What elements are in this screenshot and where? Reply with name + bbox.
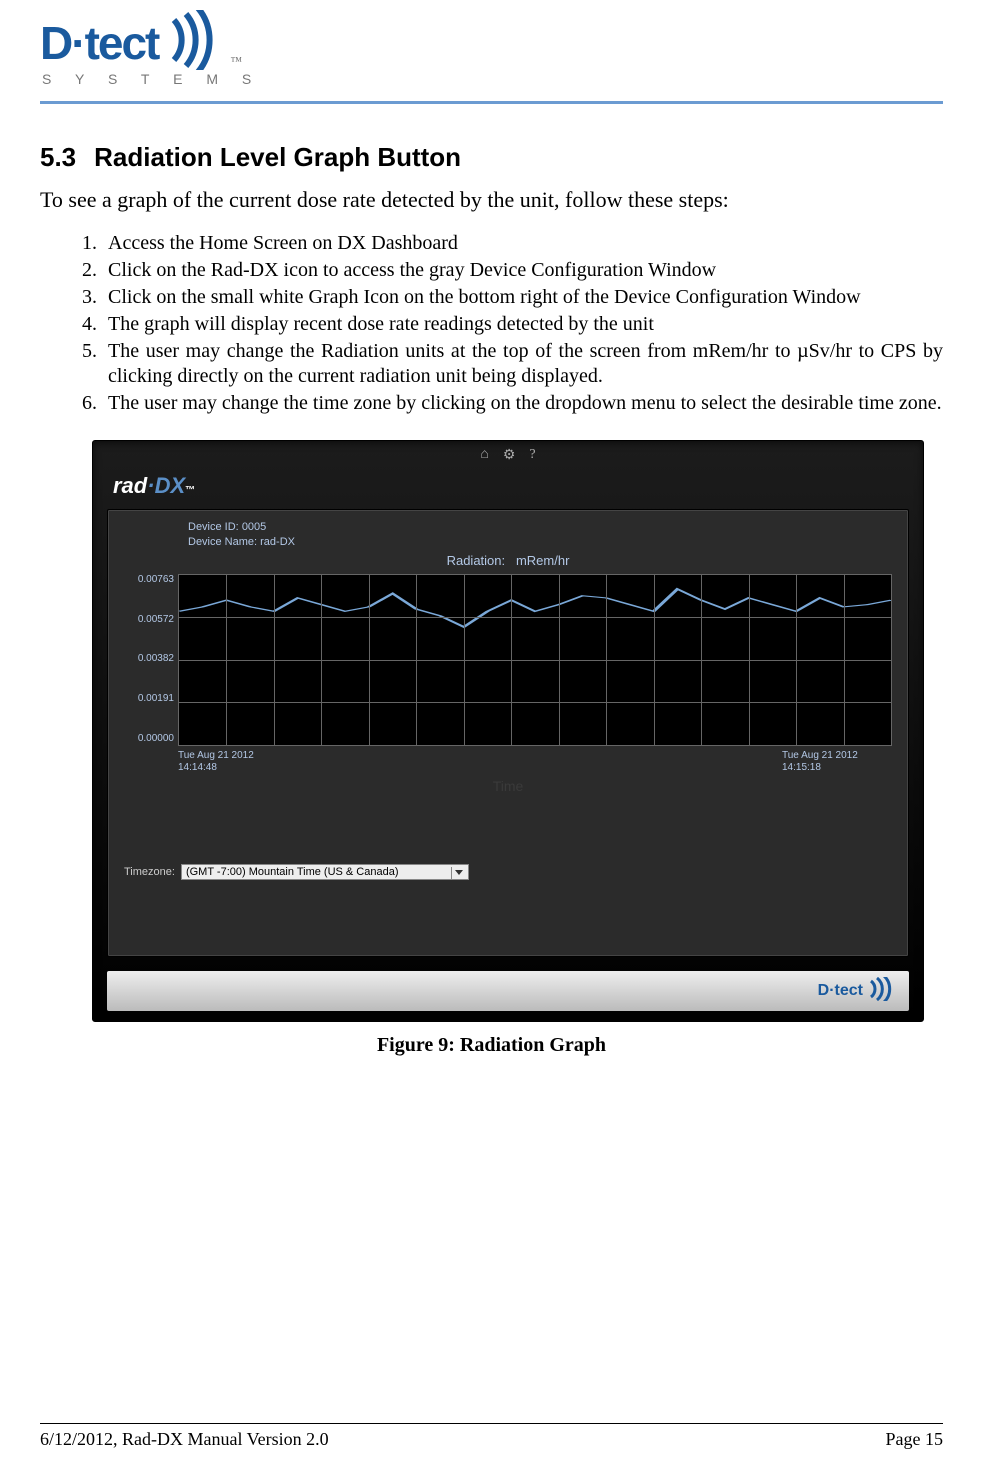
chart-area: 0.00763 0.00572 0.00382 0.00191 0.00000 [124,574,892,746]
footer-right: Page 15 [886,1429,944,1450]
logo-subtitle: S Y S T E M S [42,71,943,87]
chart-title: Radiation: mRem/hr [124,553,892,568]
list-item: The user may change the Radiation units … [102,339,943,389]
timezone-label: Timezone: [124,866,175,878]
device-name-value: rad-DX [260,536,295,548]
chevron-down-icon [451,867,466,879]
y-tick: 0.00382 [138,653,174,664]
x-axis-label: Time [124,778,892,794]
timezone-dropdown[interactable]: (GMT -7:00) Mountain Time (US & Canada) [181,864,469,880]
gear-icon[interactable]: ⚙ [503,447,516,464]
y-tick: 0.00191 [138,693,174,704]
help-icon[interactable]: ? [529,447,535,463]
page-footer: 6/12/2012, Rad-DX Manual Version 2.0 Pag… [40,1429,943,1450]
brand-text: D·tect [818,982,863,1000]
trademark-symbol: ™ [230,54,242,69]
sound-wave-icon [867,977,895,1006]
list-item: Click on the Rad-DX icon to access the g… [102,258,943,283]
x-axis: Tue Aug 21 2012 14:14:48 Tue Aug 21 2012… [178,750,892,774]
header-divider [40,101,943,104]
app-topbar: ⌂ ⚙ ? [93,441,923,469]
x-tick-end: Tue Aug 21 2012 14:15:18 [782,750,892,774]
sound-wave-icon [164,10,224,75]
list-item: The graph will display recent dose rate … [102,312,943,337]
page-header: D·tect ™ S Y S T E M S [40,0,943,104]
list-item: Access the Home Screen on DX Dashboard [102,231,943,256]
x-end-time: 14:15:18 [782,762,892,774]
company-logo: D·tect ™ [40,10,943,75]
intro-paragraph: To see a graph of the current dose rate … [40,187,943,213]
footer-divider [40,1423,943,1424]
home-icon[interactable]: ⌂ [480,447,488,463]
device-info: Device ID: 0005 Device Name: rad-DX [188,520,892,551]
list-item: The user may change the time zone by cli… [102,391,943,416]
device-id-value: 0005 [242,521,266,533]
chart-plot [178,574,892,746]
device-name-label: Device Name: [188,536,257,548]
footer-left: 6/12/2012, Rad-DX Manual Version 2.0 [40,1429,329,1450]
x-start-time: 14:14:48 [178,762,288,774]
figure-caption: Figure 9: Radiation Graph [40,1034,943,1057]
radiation-unit-toggle[interactable]: mRem/hr [516,553,569,568]
y-tick: 0.00572 [138,614,174,625]
y-axis: 0.00763 0.00572 0.00382 0.00191 0.00000 [124,574,178,744]
list-item: Click on the small white Graph Icon on t… [102,285,943,310]
timezone-row: Timezone: (GMT -7:00) Mountain Time (US … [124,864,892,880]
section-title: Radiation Level Graph Button [94,142,461,173]
logo-text: D·tect [40,16,158,70]
section-heading: 5.3 Radiation Level Graph Button [40,142,943,173]
timezone-selected-value: (GMT -7:00) Mountain Time (US & Canada) [186,866,399,878]
app-logo: rad·DX™ [93,469,923,509]
y-tick: 0.00000 [138,733,174,744]
x-tick-start: Tue Aug 21 2012 14:14:48 [178,750,288,774]
app-logo-dx: DX [155,473,186,498]
steps-list: Access the Home Screen on DX Dashboard C… [40,231,943,416]
app-body: Device ID: 0005 Device Name: rad-DX Radi… [107,509,909,957]
app-logo-tm: ™ [185,485,195,496]
chart-title-label: Radiation: [447,553,506,568]
app-logo-rad: rad [113,473,147,498]
section-number: 5.3 [40,142,76,173]
y-tick: 0.00763 [138,574,174,585]
brand-bar: D·tect [107,971,909,1011]
x-end-date: Tue Aug 21 2012 [782,750,892,762]
device-id-label: Device ID: [188,521,239,533]
app-window: ⌂ ⚙ ? rad·DX™ Device ID: 0005 Device Nam… [92,440,924,1022]
x-start-date: Tue Aug 21 2012 [178,750,288,762]
